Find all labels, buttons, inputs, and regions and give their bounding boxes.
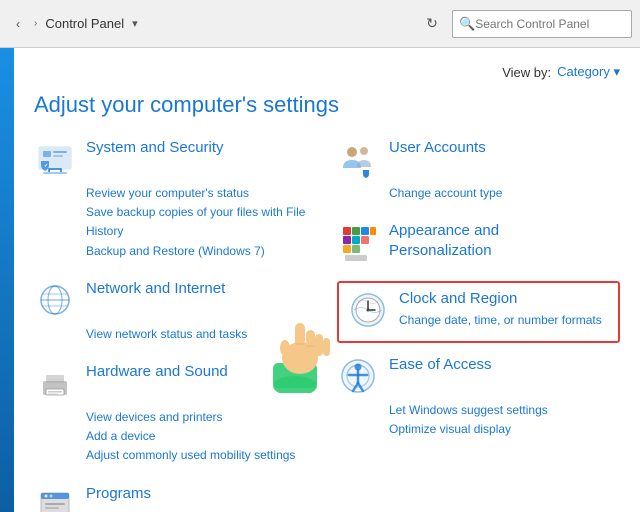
hardware-link-1[interactable]: View devices and printers: [86, 408, 317, 427]
hardware-icon: [34, 362, 76, 404]
system-security-link-2[interactable]: Save backup copies of your files with Fi…: [86, 203, 317, 241]
appearance-icon: [337, 221, 379, 263]
category-item-user-accounts: User Accounts Change account type: [337, 138, 620, 203]
hardware-title[interactable]: Hardware and Sound: [86, 362, 228, 382]
breadcrumb-dropdown-arrow[interactable]: ▾: [132, 17, 138, 30]
system-security-link-3[interactable]: Backup and Restore (Windows 7): [86, 242, 317, 261]
user-accounts-title[interactable]: User Accounts: [389, 138, 486, 158]
network-icon: [34, 279, 76, 321]
title-bar: ‹ › Control Panel ▾ ↻ 🔍: [0, 0, 640, 48]
network-title[interactable]: Network and Internet: [86, 279, 225, 299]
ease-of-access-link-2[interactable]: Optimize visual display: [389, 420, 620, 439]
clock-region-icon: [347, 289, 389, 331]
appearance-title[interactable]: Appearance andPersonalization: [389, 221, 499, 260]
left-column: ✓ System and Security Review your comput…: [34, 138, 317, 512]
refresh-icon: ↻: [426, 15, 438, 32]
view-by-select[interactable]: Category ▾: [557, 64, 620, 80]
category-item-programs: Programs Uninstall a program: [34, 484, 317, 512]
system-security-icon: ✓: [34, 138, 76, 180]
view-by-label: View by:: [502, 65, 551, 80]
network-link-1[interactable]: View network status and tasks: [86, 325, 317, 344]
breadcrumb: › Control Panel ▾: [34, 14, 138, 33]
category-item-network: Network and Internet View network status…: [34, 279, 317, 344]
breadcrumb-label[interactable]: Control Panel: [41, 14, 128, 33]
ease-of-access-icon: [337, 355, 379, 397]
svg-text:✓: ✓: [44, 163, 48, 169]
ease-of-access-title[interactable]: Ease of Access: [389, 355, 492, 375]
category-item-appearance: Appearance andPersonalization: [337, 221, 620, 263]
main-content: View by: Category ▾ Adjust your computer…: [14, 48, 640, 512]
clock-region-title[interactable]: Clock and Region: [399, 289, 602, 309]
page-title: Adjust your computer's settings: [34, 92, 620, 118]
hardware-link-3[interactable]: Adjust commonly used mobility settings: [86, 446, 317, 465]
breadcrumb-arrow: ›: [34, 18, 37, 29]
search-bar: 🔍: [452, 10, 632, 38]
clock-region-link-1[interactable]: Change date, time, or number formats: [399, 311, 602, 330]
programs-icon: [34, 484, 76, 512]
refresh-button[interactable]: ↻: [418, 10, 446, 38]
category-item-hardware: Hardware and Sound View devices and prin…: [34, 362, 317, 466]
search-icon: 🔍: [459, 16, 475, 32]
user-accounts-link-1[interactable]: Change account type: [389, 184, 620, 203]
system-security-link-1[interactable]: Review your computer's status: [86, 184, 317, 203]
nav-back-icon[interactable]: ‹: [8, 14, 28, 34]
search-input[interactable]: [475, 17, 625, 31]
system-security-title[interactable]: System and Security: [86, 138, 224, 158]
category-item-clock-region: Clock and Region Change date, time, or n…: [337, 281, 620, 343]
right-column: User Accounts Change account type: [337, 138, 620, 512]
ease-of-access-link-1[interactable]: Let Windows suggest settings: [389, 401, 620, 420]
category-item-ease-of-access: Ease of Access Let Windows suggest setti…: [337, 355, 620, 439]
category-item-system-security: ✓ System and Security Review your comput…: [34, 138, 317, 261]
programs-title[interactable]: Programs: [86, 484, 151, 504]
view-by-bar: View by: Category ▾: [34, 64, 620, 80]
user-accounts-icon: [337, 138, 379, 180]
hardware-link-2[interactable]: Add a device: [86, 427, 317, 446]
sidebar: [0, 48, 14, 512]
